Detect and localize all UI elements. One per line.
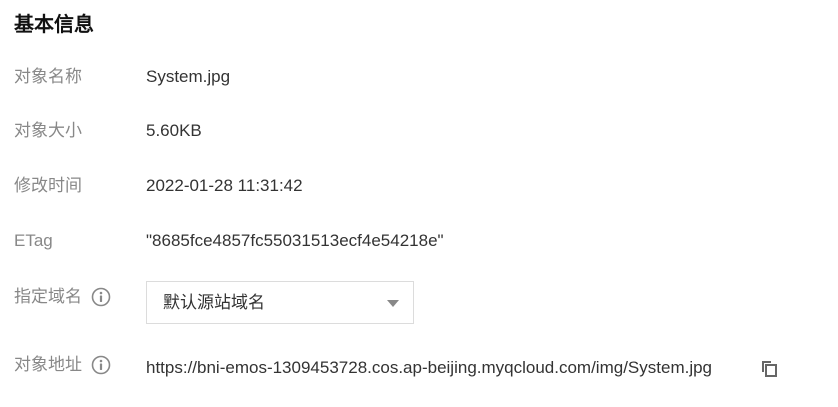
info-circle-icon[interactable] [91, 355, 111, 375]
domain-select-value: 默认源站域名 [163, 293, 265, 312]
object-name-row: 对象名称 System.jpg [0, 64, 838, 94]
modified-time-row: 修改时间 2022-01-28 11:31:42 [0, 173, 838, 203]
modified-time-label: 修改时间 [14, 176, 82, 195]
etag-row: ETag "8685fce4857fc55031513ecf4e54218e" [0, 228, 838, 258]
object-url-label-wrap: 对象地址 [14, 352, 111, 378]
copy-icon[interactable] [759, 358, 779, 378]
object-url-label: 对象地址 [14, 355, 82, 374]
object-url-value[interactable]: https://bni-emos-1309453728.cos.ap-beiji… [146, 355, 712, 381]
object-name-value: System.jpg [146, 67, 231, 86]
object-size-label: 对象大小 [14, 121, 82, 140]
modified-time-value: 2022-01-28 11:31:42 [146, 176, 303, 195]
object-size-row: 对象大小 5.60KB [0, 118, 838, 148]
domain-label: 指定域名 [14, 287, 82, 306]
section-title: 基本信息 [14, 14, 94, 36]
domain-label-wrap: 指定域名 [14, 284, 111, 310]
info-circle-icon[interactable] [91, 287, 111, 307]
object-size-value: 5.60KB [146, 121, 202, 140]
domain-row: 指定域名 [0, 284, 838, 314]
etag-value: "8685fce4857fc55031513ecf4e54218e" [146, 231, 444, 250]
object-name-label: 对象名称 [14, 67, 82, 86]
etag-label: ETag [14, 231, 53, 250]
chevron-down-icon [387, 300, 399, 307]
object-url-row: 对象地址 https://bni-emos-1309453728.cos.ap-… [0, 352, 838, 382]
domain-select[interactable]: 默认源站域名 [146, 281, 414, 324]
